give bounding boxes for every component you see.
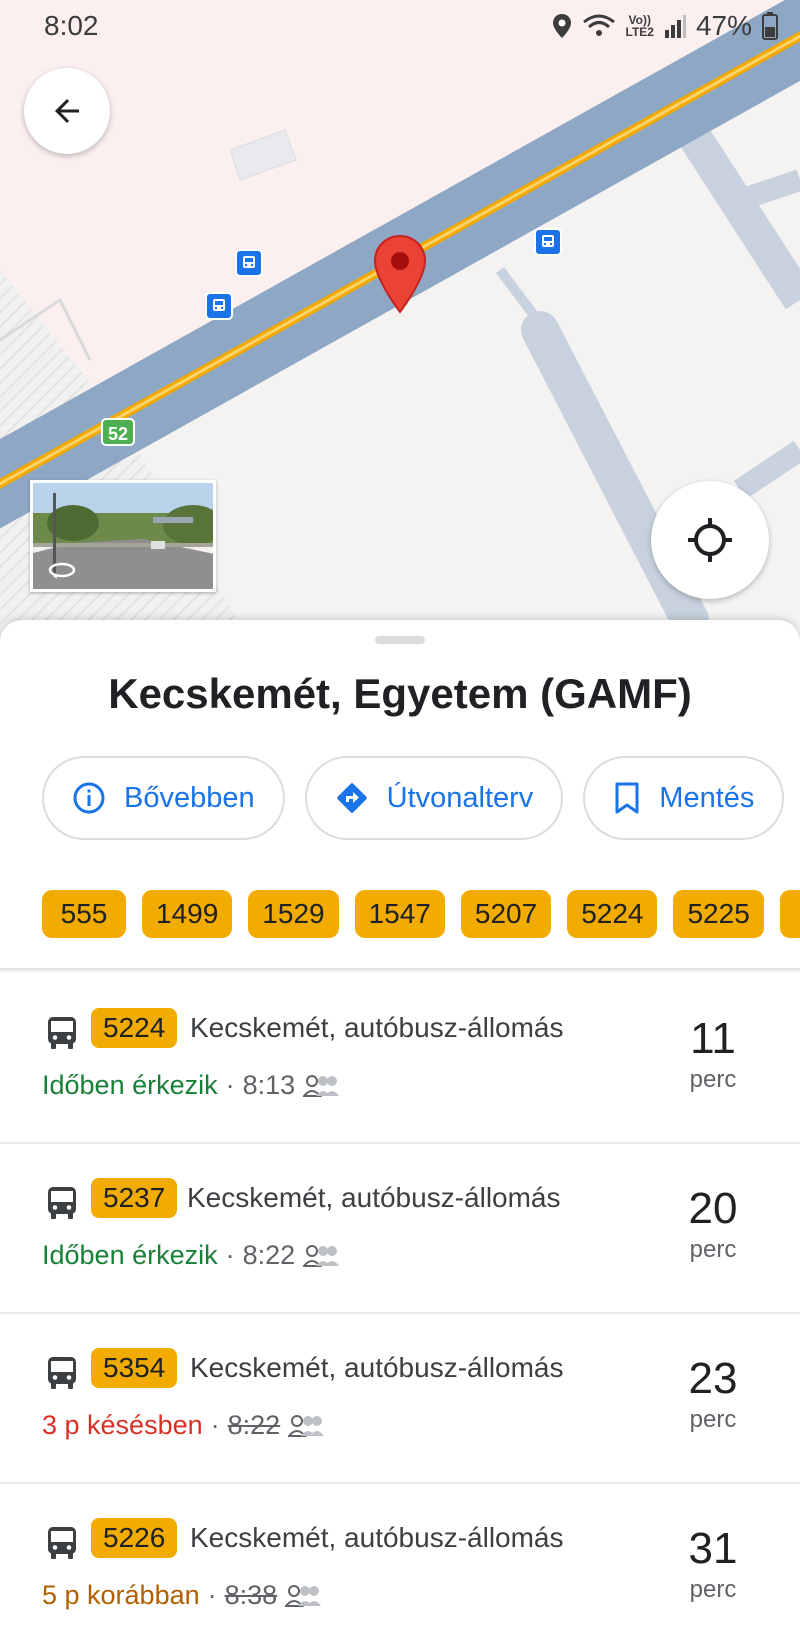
status-text: 3 p késésben	[42, 1410, 203, 1440]
eta-unit: perc	[689, 1066, 737, 1093]
separator: ·	[225, 1240, 235, 1270]
eta: 20 perc	[668, 1184, 758, 1264]
scheduled-time: 8:22	[227, 1410, 281, 1440]
eta-minutes: 23	[688, 1354, 738, 1403]
street-view-thumbnail[interactable]	[30, 480, 216, 592]
more-info-label: Bővebben	[124, 781, 255, 814]
info-icon	[73, 782, 105, 814]
scheduled-time: 8:38	[224, 1580, 278, 1610]
departure-row[interactable]: 5226 Kecskemét, autóbusz-állomás 5 p kor…	[0, 1484, 800, 1638]
map-view[interactable]: 8:02 Vo)) LTE2 47% 52	[0, 0, 800, 640]
battery-percent: 47%	[695, 10, 752, 41]
eta-unit: perc	[689, 1576, 737, 1603]
bus-icon	[48, 1357, 76, 1389]
eta: 23 perc	[668, 1354, 758, 1434]
departure-row[interactable]: 5354 Kecskemét, autóbusz-állomás 3 p kés…	[0, 1314, 800, 1484]
route-chip[interactable]: 5207	[460, 890, 552, 938]
save-label: Mentés	[659, 781, 755, 814]
route-chip[interactable]: 555	[42, 890, 126, 938]
crowding-icon	[285, 1584, 322, 1607]
status-bar: 8:02 Vo)) LTE2 47%	[0, 0, 800, 52]
separator: ·	[225, 1070, 235, 1100]
arrow-back-icon	[55, 99, 79, 123]
wifi-icon	[582, 14, 615, 36]
route-chip[interactable]: 1529	[248, 890, 339, 938]
route-chip[interactable]: 5224	[567, 890, 658, 938]
bus-icon	[48, 1017, 76, 1049]
line-badge: 5237	[91, 1178, 178, 1218]
network-type: Vo)) LTE2	[625, 13, 654, 39]
battery-icon	[762, 12, 778, 40]
route-chip[interactable]: 1499	[142, 890, 233, 938]
back-button[interactable]	[24, 68, 110, 154]
scheduled-time: 8:22	[242, 1240, 296, 1270]
status-text: Időben érkezik	[42, 1070, 218, 1100]
destination: Kecskemét, autóbusz-állomás	[187, 1182, 561, 1213]
crowding-icon	[303, 1244, 340, 1267]
bookmark-icon	[615, 782, 639, 814]
eta-minutes: 11	[690, 1014, 736, 1063]
departure-status: Időben érkezik · 8:22	[42, 1240, 340, 1271]
crosshair-icon	[688, 518, 732, 562]
status-icons: Vo)) LTE2 47%	[552, 10, 778, 42]
departure-row[interactable]: 5237 Kecskemét, autóbusz-állomás Időben …	[0, 1144, 800, 1314]
eta-minutes: 31	[688, 1524, 738, 1573]
bus-stop-icon[interactable]	[205, 292, 233, 320]
line-badge: 5226	[91, 1518, 178, 1558]
route-chip[interactable]: 1547	[354, 890, 445, 938]
route-shield: 52	[101, 418, 135, 446]
route-chip[interactable]: 52	[779, 890, 800, 938]
place-title: Kecskemét, Egyetem (GAMF)	[108, 670, 692, 717]
place-sheet[interactable]: Kecskemét, Egyetem (GAMF) Bővebben Útvon…	[0, 620, 800, 1638]
separator: ·	[207, 1580, 217, 1610]
departure-row[interactable]: 5224 Kecskemét, autóbusz-állomás Időben …	[0, 974, 800, 1144]
more-info-button[interactable]: Bővebben	[42, 756, 285, 840]
crowding-icon	[288, 1414, 325, 1437]
bus-icon	[48, 1187, 76, 1219]
line-badge: 5224	[91, 1008, 178, 1048]
route-chip[interactable]: 5225	[673, 890, 764, 938]
location-icon	[552, 14, 571, 38]
destination: Kecskemét, autóbusz-állomás	[190, 1352, 564, 1383]
eta-minutes: 20	[688, 1184, 738, 1233]
my-location-button[interactable]	[651, 481, 769, 599]
save-button[interactable]: Mentés	[583, 756, 785, 840]
route-chips: 555 1499 1529 1547 5207 5224 5225 52	[42, 890, 800, 938]
rotate-360-icon	[48, 562, 76, 579]
signal-icon	[664, 15, 686, 38]
status-text: Időben érkezik	[42, 1240, 218, 1270]
directions-button[interactable]: Útvonalterv	[304, 756, 564, 840]
bus-icon	[48, 1527, 76, 1559]
status-text: 5 p korábban	[42, 1580, 200, 1610]
departures-list: 5224 Kecskemét, autóbusz-állomás Időben …	[0, 974, 800, 1638]
departure-status: Időben érkezik · 8:13	[42, 1070, 340, 1101]
directions-icon	[336, 783, 367, 813]
eta: 31 perc	[668, 1524, 758, 1604]
line-badge: 5354	[91, 1348, 178, 1388]
destination: Kecskemét, autóbusz-állomás	[190, 1012, 564, 1043]
action-chips: Bővebben Útvonalterv Mentés	[42, 756, 785, 840]
status-time: 8:02	[44, 10, 99, 41]
bus-stop-icon[interactable]	[235, 249, 263, 277]
drag-handle[interactable]	[375, 636, 425, 644]
eta-unit: perc	[689, 1406, 737, 1433]
directions-label: Útvonalterv	[386, 781, 534, 814]
scheduled-time: 8:13	[242, 1070, 296, 1100]
eta: 11 perc	[668, 1014, 758, 1094]
eta-unit: perc	[689, 1236, 737, 1263]
departure-status: 5 p korábban · 8:38	[42, 1580, 322, 1611]
destination: Kecskemét, autóbusz-állomás	[190, 1522, 564, 1553]
separator: ·	[210, 1410, 220, 1440]
location-pin-icon[interactable]	[373, 234, 427, 314]
departure-status: 3 p késésben · 8:22	[42, 1410, 325, 1441]
bus-stop-icon[interactable]	[534, 228, 562, 256]
crowding-icon	[303, 1074, 340, 1097]
